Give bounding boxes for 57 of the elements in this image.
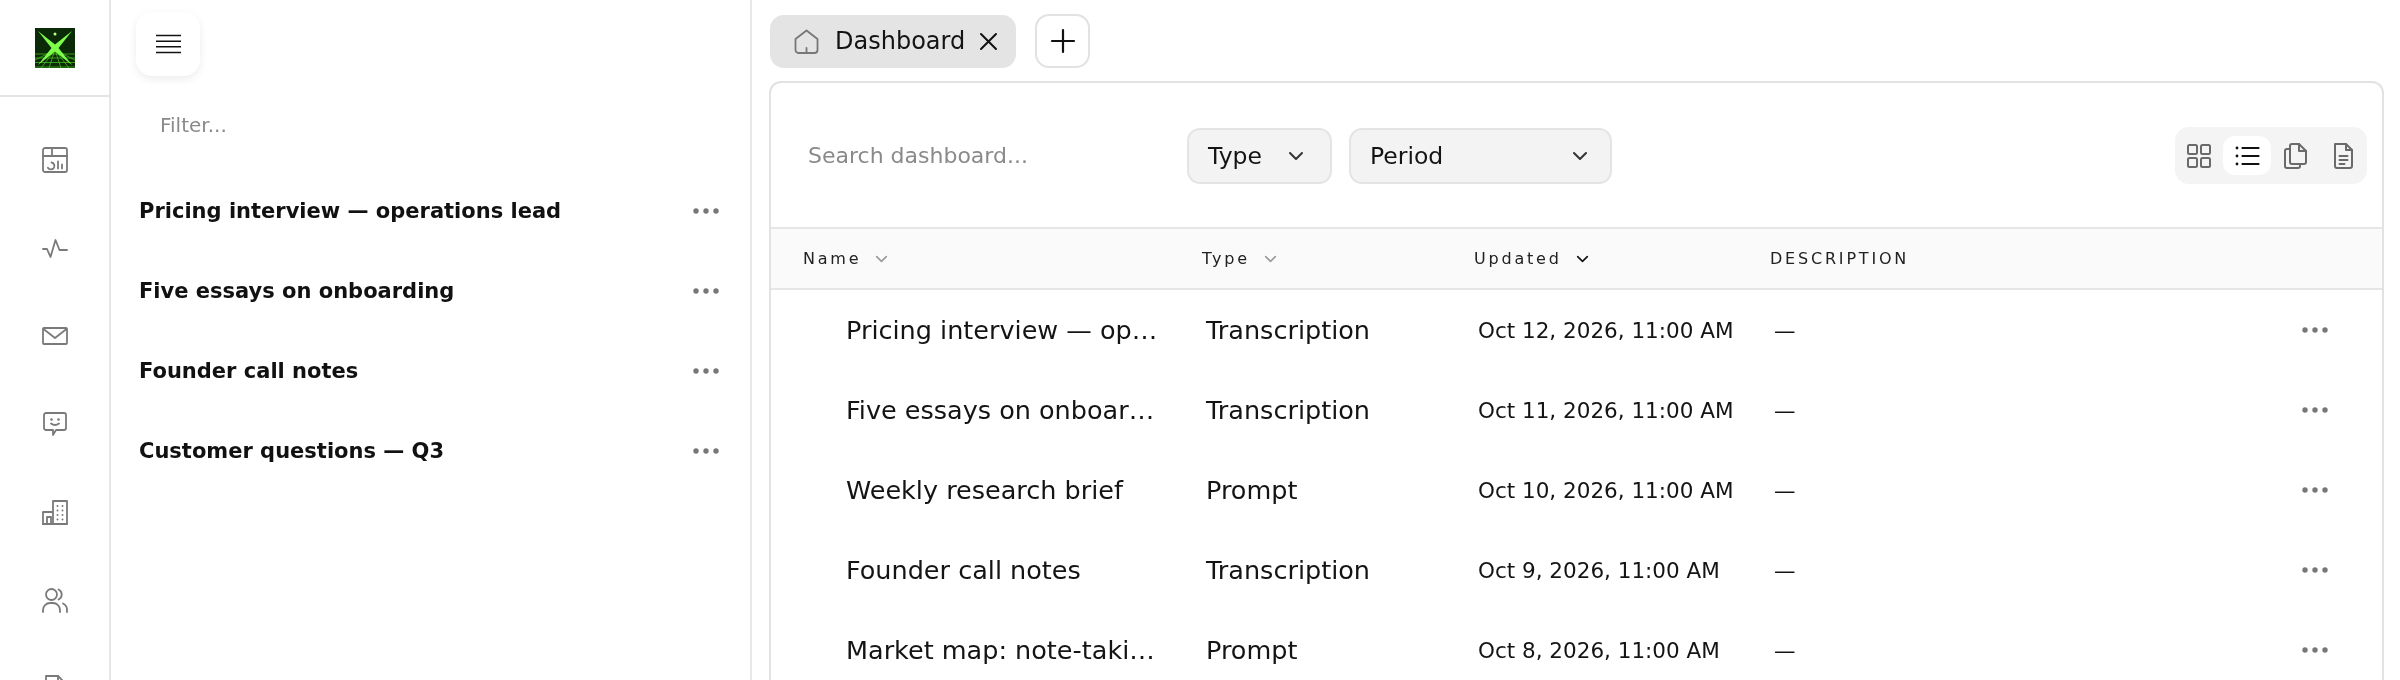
people-icon[interactable] — [40, 586, 69, 614]
sidebar-item[interactable]: Founder call notes — [139, 359, 359, 383]
table-cell: — — [1774, 557, 1796, 583]
more-icon[interactable] — [2302, 567, 2328, 573]
new-tab-button[interactable] — [1035, 14, 1091, 68]
menu-icon — [155, 34, 181, 54]
table-cell: — — [1774, 317, 1796, 343]
table-cell: Oct 9, 2026, 11:00 AM — [1478, 557, 1720, 583]
column-header[interactable]: Updated — [1474, 249, 1589, 268]
copy-icon — [2281, 141, 2309, 170]
table-cell: Oct 8, 2026, 11:00 AM — [1478, 637, 1720, 663]
building-icon[interactable] — [40, 498, 69, 526]
sidebar-item[interactable]: Customer questions — Q3 — [139, 439, 445, 463]
filter-field[interactable]: Filter... — [139, 105, 719, 145]
more-icon[interactable] — [693, 208, 719, 214]
table-cell: Weekly research brief — [846, 475, 1123, 505]
logo-icon — [34, 27, 75, 68]
table-cell: Oct 12, 2026, 11:00 AM — [1478, 317, 1734, 343]
more-icon[interactable] — [693, 368, 719, 374]
more-icon[interactable] — [2302, 407, 2328, 413]
grid-icon — [2185, 141, 2213, 170]
view-mode-button[interactable] — [2223, 136, 2271, 175]
table-cell: Pricing interview — op… — [846, 315, 1158, 345]
close-icon[interactable] — [979, 31, 999, 51]
dashboard-icon[interactable] — [40, 146, 69, 174]
more-icon[interactable] — [2302, 647, 2328, 653]
table-cell: Prompt — [1206, 635, 1298, 665]
search-field[interactable]: Search dashboard... — [792, 127, 1187, 184]
filter-dropdown[interactable]: Period — [1349, 127, 1612, 184]
column-header: DESCRIPTION — [1770, 249, 1910, 268]
sidebar-item[interactable]: Five essays on onboarding — [139, 279, 455, 303]
more-icon[interactable] — [693, 288, 719, 294]
column-header[interactable]: Type — [1202, 249, 1277, 268]
more-icon[interactable] — [2302, 487, 2328, 493]
chevron-down-icon — [1572, 150, 1588, 161]
table-cell: Prompt — [1206, 475, 1298, 505]
smiley-chat-icon[interactable] — [40, 410, 69, 438]
column-header[interactable]: Name — [803, 249, 889, 268]
table-cell: — — [1774, 637, 1796, 663]
sidebar-item[interactable]: Pricing interview — operations lead — [139, 199, 562, 223]
more-icon[interactable] — [693, 448, 719, 454]
table-cell: Market map: note-taki… — [846, 635, 1155, 665]
table-cell: — — [1774, 477, 1796, 503]
table-cell: — — [1774, 397, 1796, 423]
table-cell: Transcription — [1206, 395, 1370, 425]
chevron-down-icon — [1288, 150, 1304, 161]
plus-icon — [1049, 28, 1076, 54]
table-cell: Transcription — [1206, 555, 1370, 585]
table-cell: Oct 11, 2026, 11:00 AM — [1478, 397, 1734, 423]
table-cell: Oct 10, 2026, 11:00 AM — [1478, 477, 1734, 503]
more-icon[interactable] — [2302, 327, 2328, 333]
table-cell: Five essays on onboar… — [846, 395, 1155, 425]
tab[interactable]: Dashboard — [770, 14, 1017, 68]
table-cell: Founder call notes — [846, 555, 1081, 585]
table-cell: Transcription — [1206, 315, 1370, 345]
filter-dropdown[interactable]: Type — [1187, 127, 1332, 184]
menu-button[interactable] — [136, 12, 200, 76]
